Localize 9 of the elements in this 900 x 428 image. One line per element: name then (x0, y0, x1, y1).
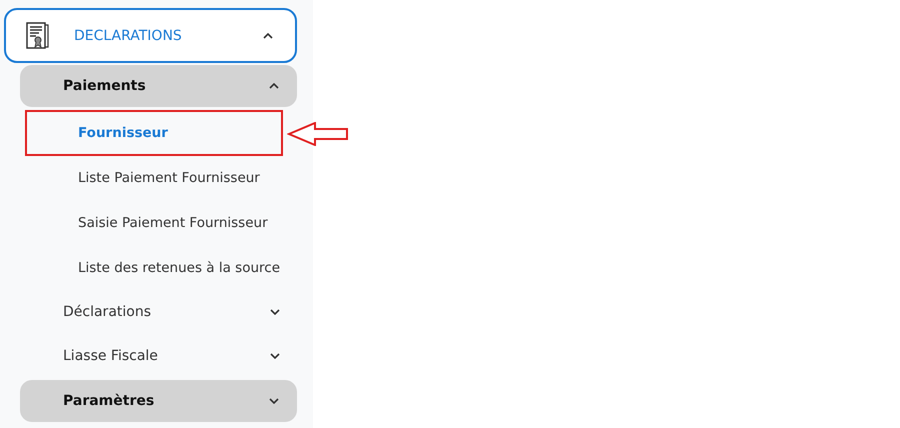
menu-item[interactable]: Liste Paiement Fournisseur (25, 155, 283, 201)
menu-group[interactable]: Paiements (20, 65, 297, 107)
menu-group[interactable]: Paramètres (20, 380, 297, 422)
menu-item[interactable]: Liasse Fiscale (20, 334, 297, 378)
menu-item[interactable]: Déclarations (20, 290, 297, 334)
menu-item[interactable]: Liste des retenues à la source (25, 245, 283, 291)
menu-item[interactable]: Saisie Paiement Fournisseur (25, 200, 283, 246)
menu-section[interactable]: DECLARATIONS (4, 8, 297, 63)
menu-item[interactable]: Fournisseur (25, 110, 283, 156)
